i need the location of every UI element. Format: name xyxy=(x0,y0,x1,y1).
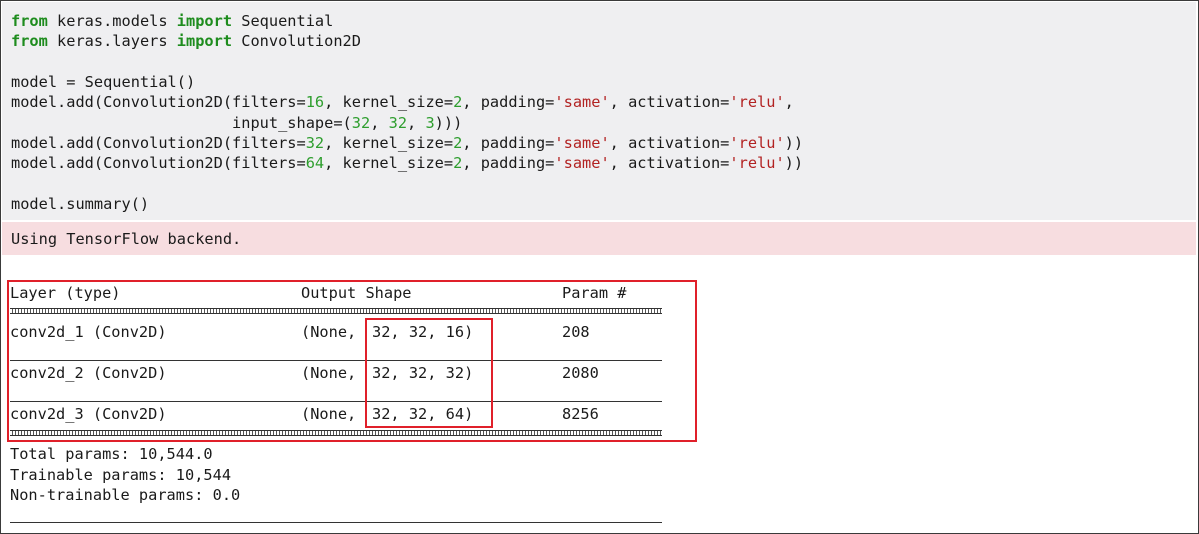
code-text: model.add(Convolution2D(filters= xyxy=(11,133,306,152)
code-line: model.add(Convolution2D(filters=64, kern… xyxy=(11,153,803,173)
output-shape-highlight xyxy=(365,318,493,428)
code-line: input_shape=(32, 32, 3))) xyxy=(11,113,462,133)
code-text: model.add(Convolution2D(filters= xyxy=(11,154,306,173)
code-input-cell[interactable]: from keras.models import Sequential from … xyxy=(2,2,1196,220)
code-number: 32 xyxy=(351,113,371,132)
code-text: model.add(Convolution2D(filters= xyxy=(11,93,306,112)
code-number: 2 xyxy=(453,133,463,152)
code-keyword: from xyxy=(11,12,48,30)
notebook-cell-frame: from keras.models import Sequential from … xyxy=(0,0,1199,534)
non-trainable-params: Non-trainable params: 0.0 xyxy=(10,486,241,504)
code-string: 'same' xyxy=(554,133,610,152)
code-string: 'relu' xyxy=(729,133,785,152)
code-text: model = Sequential() xyxy=(11,72,196,91)
stderr-output: Using TensorFlow backend. xyxy=(2,222,1196,255)
code-string: 'relu' xyxy=(729,154,785,173)
code-text: keras.layers xyxy=(47,32,177,51)
code-string: 'same' xyxy=(554,93,610,112)
code-number: 32 xyxy=(388,113,408,132)
code-text: , xyxy=(784,93,794,112)
code-keyword: import xyxy=(176,12,233,30)
code-text: , kernel_size= xyxy=(324,154,454,173)
stderr-message: Using TensorFlow backend. xyxy=(11,230,242,248)
code-string: 'relu' xyxy=(729,93,785,112)
code-text: , activation= xyxy=(609,133,730,152)
code-text: Convolution2D xyxy=(232,32,361,51)
code-text: , xyxy=(407,113,426,132)
code-text: , activation= xyxy=(609,154,730,173)
code-string: 'same' xyxy=(554,154,610,173)
code-line: model = Sequential() xyxy=(11,72,195,92)
code-number: 16 xyxy=(305,93,325,112)
code-line: from keras.layers import Convolution2D xyxy=(11,31,361,51)
code-line: model.summary() xyxy=(11,194,149,214)
summary-table-highlight xyxy=(7,280,697,442)
code-line: model.add(Convolution2D(filters=32, kern… xyxy=(11,133,803,153)
code-text: , kernel_size= xyxy=(324,133,454,152)
code-line: from keras.models import Sequential xyxy=(11,11,333,31)
code-text: , activation= xyxy=(609,93,730,112)
code-text: input_shape=( xyxy=(11,113,352,132)
code-number: 32 xyxy=(305,133,325,152)
code-number: 3 xyxy=(425,113,435,132)
total-params: Total params: 10,544.0 xyxy=(10,445,213,463)
code-keyword: from xyxy=(11,32,48,51)
code-number: 2 xyxy=(453,154,463,173)
code-number: 2 xyxy=(453,93,463,112)
summary-bottom-rule xyxy=(10,522,662,523)
code-text: , padding= xyxy=(462,93,555,112)
trainable-params: Trainable params: 10,544 xyxy=(10,466,232,484)
code-text: , padding= xyxy=(462,133,555,152)
code-text: , padding= xyxy=(462,154,555,173)
code-text: ))) xyxy=(434,113,463,132)
code-text: Sequential xyxy=(232,12,334,30)
code-text: model.summary() xyxy=(11,194,150,213)
code-text: , kernel_size= xyxy=(324,93,454,112)
code-keyword: import xyxy=(176,32,233,51)
code-number: 64 xyxy=(305,154,325,173)
code-text: , xyxy=(370,113,389,132)
code-text: )) xyxy=(784,133,804,152)
code-text: keras.models xyxy=(47,12,177,30)
code-line: model.add(Convolution2D(filters=16, kern… xyxy=(11,92,794,112)
code-text: )) xyxy=(784,154,804,173)
